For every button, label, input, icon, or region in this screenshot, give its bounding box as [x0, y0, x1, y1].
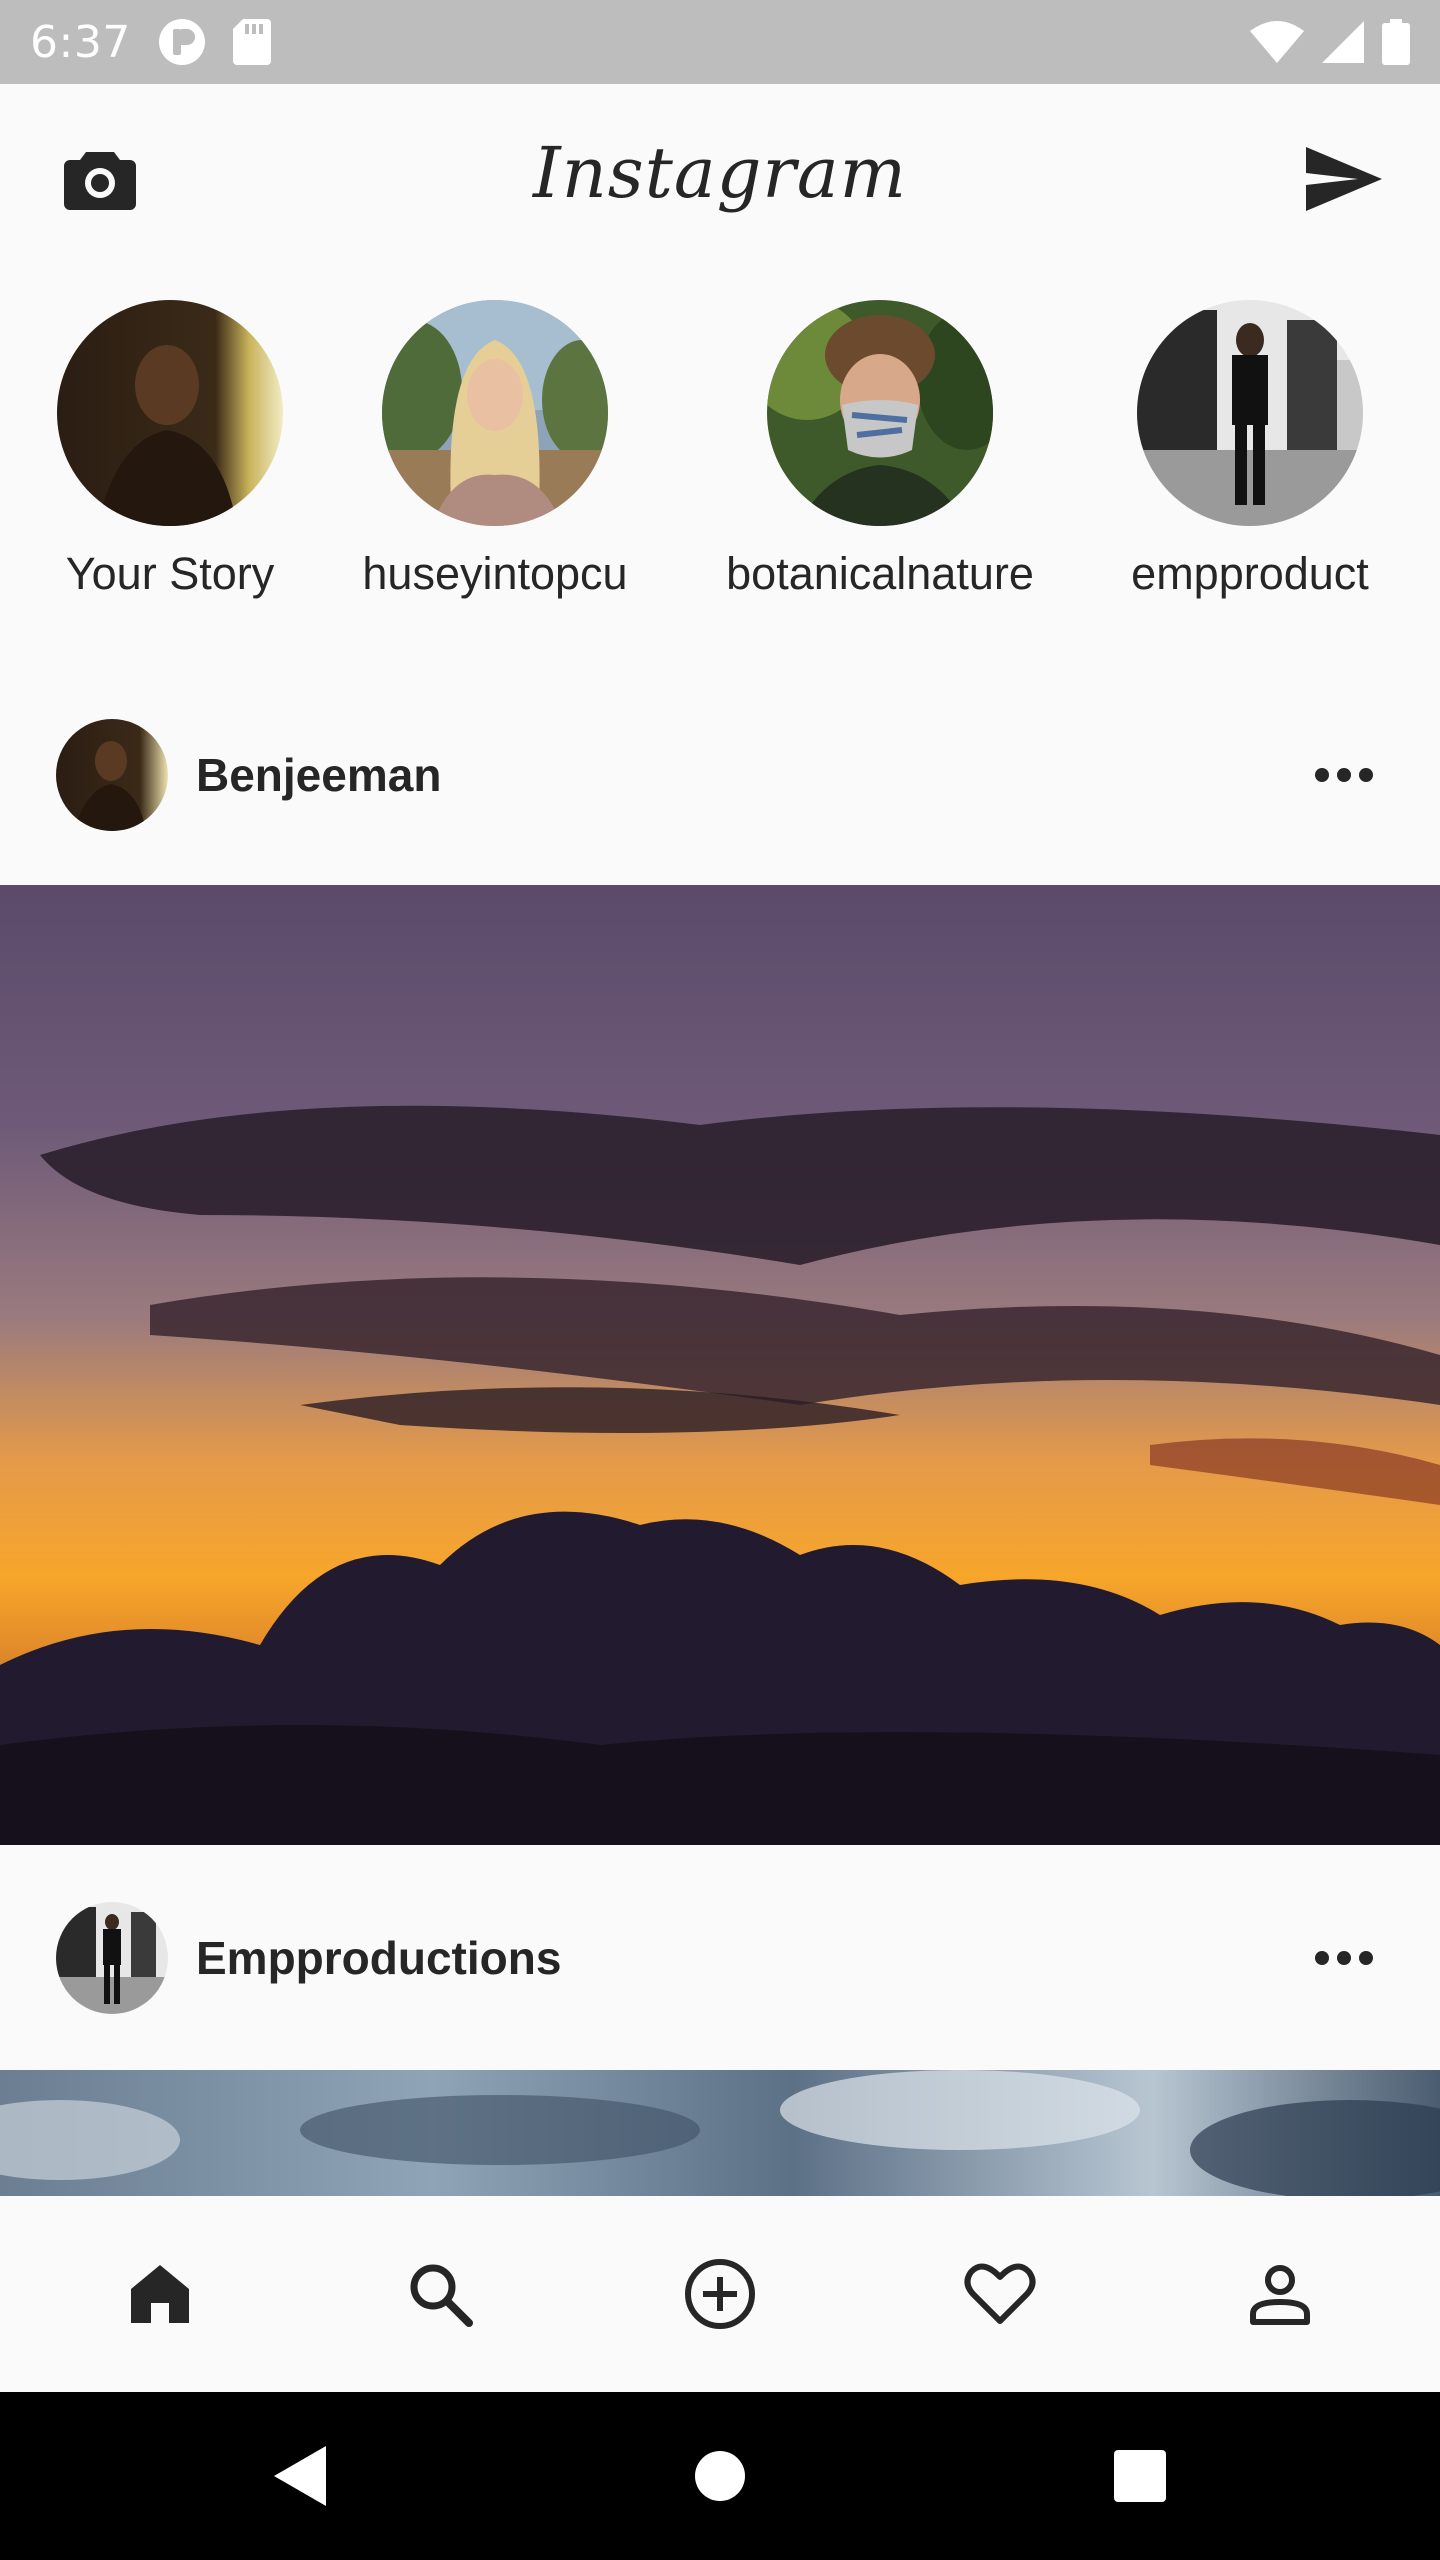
story-photo-botanicalnature — [767, 300, 993, 526]
recents-icon — [1114, 2450, 1166, 2502]
search-icon — [410, 2264, 473, 2327]
story-avatar — [767, 300, 993, 526]
post-username[interactable]: Empproductions — [196, 1931, 1304, 1985]
nav-home-button[interactable] — [100, 2234, 220, 2354]
direct-message-icon — [1306, 147, 1382, 211]
sd-card-icon — [232, 19, 271, 65]
system-navigation-bar — [0, 2392, 1440, 2560]
status-left: 6:37 — [30, 17, 271, 68]
post-image[interactable] — [0, 885, 1440, 1845]
nav-profile-button[interactable] — [1220, 2234, 1340, 2354]
more-options-icon — [1315, 1951, 1329, 1965]
avatar[interactable] — [56, 1902, 168, 2014]
sunset-clouds-photo — [0, 885, 1440, 1845]
story-your-story[interactable]: Your Story — [20, 300, 320, 600]
profile-icon — [1250, 2265, 1310, 2325]
avatar-photo — [56, 719, 168, 831]
system-home-button[interactable] — [510, 2392, 930, 2560]
notification-app-icon — [157, 17, 207, 67]
battery-icon — [1382, 19, 1410, 65]
avatar[interactable] — [56, 719, 168, 831]
app-header: Instagram — [0, 84, 1440, 274]
story-avatar — [1137, 300, 1363, 526]
story-botanicalnature[interactable]: botanicalnature — [726, 300, 1034, 600]
status-bar: 6:37 — [0, 0, 1440, 84]
more-options-icon — [1315, 768, 1329, 782]
cellular-signal-icon — [1322, 21, 1364, 63]
story-photo-your-story — [57, 300, 283, 526]
story-label: huseyintopcu — [362, 548, 628, 599]
stories-tray: Your Story huseyintopcu botanicalnature … — [0, 300, 1440, 630]
more-options-button[interactable] — [1304, 745, 1384, 805]
home-icon — [131, 2265, 189, 2323]
cloudy-sky-photo — [0, 2070, 1440, 2196]
story-empproduct[interactable]: empproduct — [1100, 300, 1400, 600]
nav-search-button[interactable] — [380, 2234, 500, 2354]
story-huseyintopcu[interactable]: huseyintopcu — [345, 300, 645, 600]
avatar-photo — [56, 1902, 168, 2014]
nav-activity-button[interactable] — [940, 2234, 1060, 2354]
more-options-button[interactable] — [1304, 1928, 1384, 1988]
story-avatar — [382, 300, 608, 526]
story-photo-huseyintopcu — [382, 300, 608, 526]
post-header-empproductions: Empproductions — [0, 1848, 1440, 2068]
nav-add-post-button[interactable] — [660, 2234, 780, 2354]
post-image[interactable] — [0, 2070, 1440, 2196]
direct-message-button[interactable] — [1304, 139, 1384, 219]
post-header-benjeeman: Benjeeman — [0, 665, 1440, 885]
story-photo-empproduct — [1137, 300, 1363, 526]
instagram-logo: Instagram — [533, 132, 907, 214]
system-back-button[interactable] — [90, 2392, 510, 2560]
story-avatar — [57, 300, 283, 526]
add-post-icon — [685, 2259, 755, 2329]
camera-icon — [64, 152, 136, 210]
post-username[interactable]: Benjeeman — [196, 748, 1304, 802]
story-label: botanicalnature — [726, 548, 1034, 599]
back-icon — [274, 2446, 326, 2506]
status-right — [1250, 19, 1410, 65]
status-time: 6:37 — [30, 16, 131, 68]
wifi-icon — [1250, 21, 1304, 63]
camera-button[interactable] — [60, 139, 140, 219]
activity-heart-icon — [964, 2263, 1036, 2324]
system-recents-button[interactable] — [930, 2392, 1350, 2560]
story-label: Your Story — [65, 548, 275, 599]
story-label: empproduct — [1131, 548, 1369, 599]
bottom-navigation — [0, 2196, 1440, 2392]
home-circle-icon — [695, 2451, 745, 2501]
